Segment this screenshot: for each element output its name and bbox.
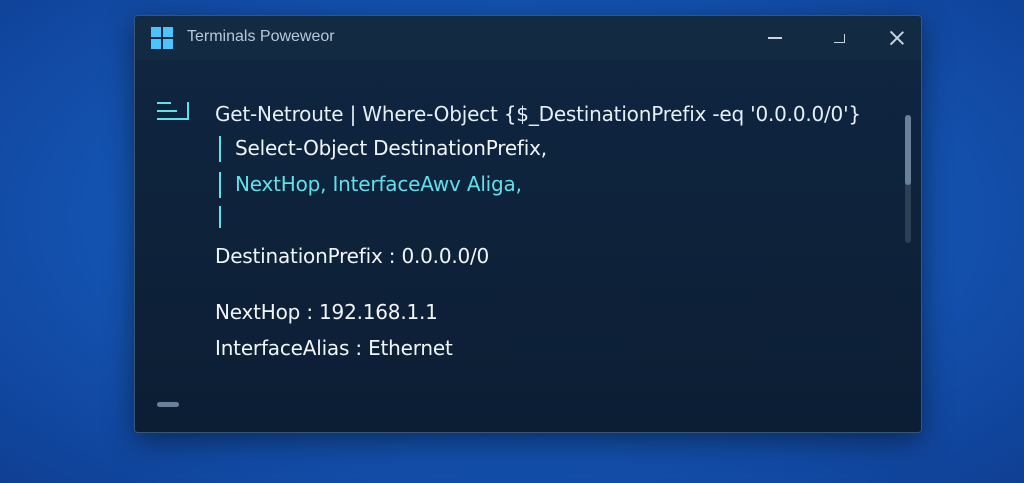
scrollbar-thumb[interactable]: [905, 115, 911, 185]
maximize-button[interactable]: [821, 24, 857, 52]
pipe-continuation-bar: [219, 172, 221, 198]
maximize-icon: [833, 33, 845, 43]
close-icon: [890, 31, 904, 45]
command-line-2: Select-Object DestinationPrefix,: [235, 136, 547, 160]
minimize-button[interactable]: [757, 24, 793, 52]
windows-logo-icon: [151, 27, 173, 49]
vertical-scrollbar[interactable]: [905, 115, 911, 243]
pipe-continuation-bar: [219, 136, 221, 162]
command-line-1: Get-Netroute | Where-Object {$_Destinati…: [215, 102, 861, 126]
close-button[interactable]: [879, 24, 915, 52]
command-line-3: NextHop, InterfaceAwv Aliga,: [235, 172, 522, 196]
output-interface-alias: InterfaceAlias : Ethernet: [215, 336, 453, 360]
terminal-content[interactable]: Get-Netroute | Where-Object {$_Destinati…: [135, 60, 921, 432]
pipe-continuation-bar: [219, 206, 221, 228]
output-nexthop: NextHop : 192.168.1.1: [215, 300, 438, 324]
window-title: Terminals Poweweor: [187, 28, 335, 45]
minimize-icon: [768, 37, 782, 39]
terminal-window: Terminals Poweweor Get-Netroute | Where-…: [134, 15, 922, 433]
title-bar[interactable]: Terminals Poweweor: [135, 16, 921, 60]
output-destination-prefix: DestinationPrefix : 0.0.0.0/0: [215, 244, 490, 268]
menu-lines-icon[interactable]: [157, 100, 189, 126]
text-cursor: [157, 402, 179, 407]
